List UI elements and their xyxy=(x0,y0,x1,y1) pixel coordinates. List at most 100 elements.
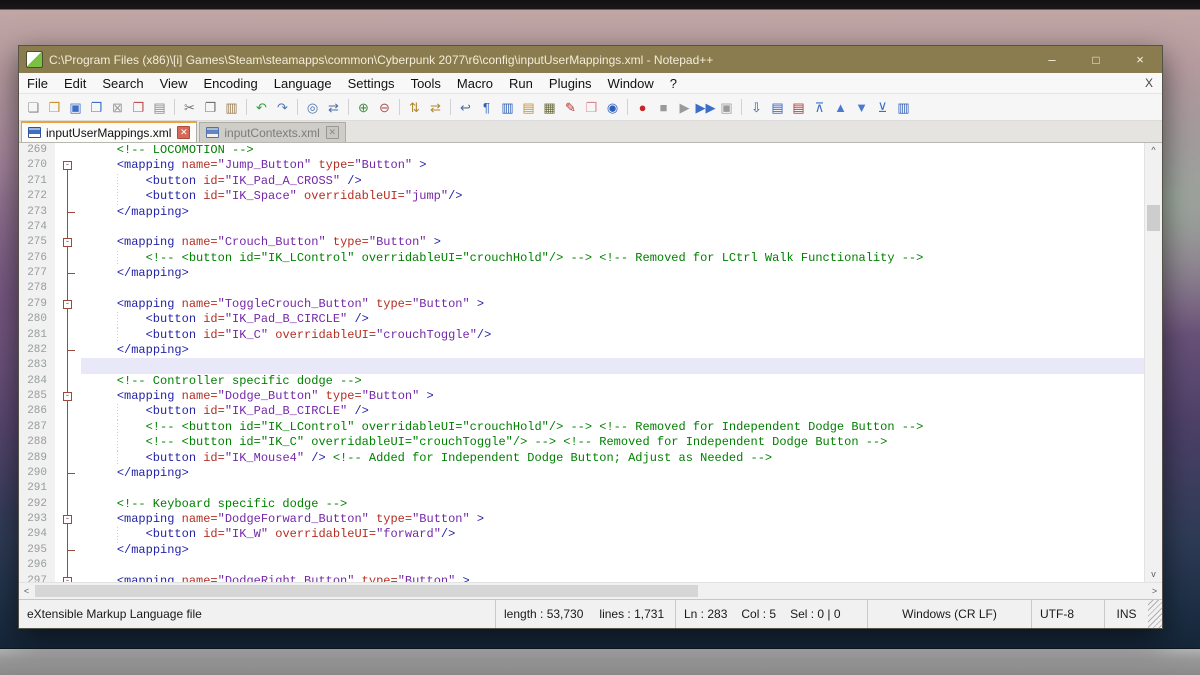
fold-collapse-icon[interactable]: - xyxy=(55,297,81,312)
menu-item-macro[interactable]: Macro xyxy=(449,76,501,91)
code-text[interactable]: <mapping name="DodgeRight_Button" type="… xyxy=(81,574,1144,583)
code-line[interactable]: 291 xyxy=(19,481,1144,496)
tab-inputusermappings-xml[interactable]: inputUserMappings.xml✕ xyxy=(21,121,197,142)
menu-item-run[interactable]: Run xyxy=(501,76,541,91)
menu-close-icon[interactable]: X xyxy=(1136,76,1162,90)
status-eol-format[interactable]: Windows (CR LF) xyxy=(867,600,1031,628)
menu-item-view[interactable]: View xyxy=(152,76,196,91)
fold-collapse-icon[interactable]: - xyxy=(55,235,81,250)
indent-guide-icon[interactable]: ▥ xyxy=(498,98,517,117)
next-bookmark-icon[interactable]: ▼ xyxy=(852,98,871,117)
minimize-button[interactable]: – xyxy=(1030,46,1074,73)
editor-area[interactable]: 269 <!-- LOCOMOTION -->270- <mapping nam… xyxy=(19,143,1162,582)
code-text[interactable]: </mapping> xyxy=(81,543,1144,558)
document-map-icon[interactable]: ▦ xyxy=(540,98,559,117)
scroll-left-arrow-icon[interactable]: < xyxy=(19,583,34,599)
run-macro-multiple-icon[interactable]: ▶▶ xyxy=(696,98,715,117)
cut-icon[interactable]: ✂ xyxy=(180,98,199,117)
code-line[interactable]: 297- <mapping name="DodgeRight_Button" t… xyxy=(19,574,1144,583)
code-text[interactable]: <mapping name="Crouch_Button" type="Butt… xyxy=(81,235,1144,250)
menu-item-edit[interactable]: Edit xyxy=(56,76,94,91)
code-text[interactable]: <!-- LOCOMOTION --> xyxy=(81,143,1144,158)
goto-first-line-icon[interactable]: ⇩ xyxy=(747,98,766,117)
monitoring-eye-icon[interactable]: ◉ xyxy=(603,98,622,117)
bookmark-toggle-icon[interactable]: ▤ xyxy=(768,98,787,117)
code-text[interactable]: <button id="IK_W" overridableUI="forward… xyxy=(81,527,1144,542)
code-text[interactable]: <button id="IK_Space" overridableUI="jum… xyxy=(81,189,1144,204)
play-macro-icon[interactable]: ▶ xyxy=(675,98,694,117)
menu-item-file[interactable]: File xyxy=(19,76,56,91)
code-text[interactable]: <mapping name="Jump_Button" type="Button… xyxy=(81,158,1144,173)
code-line[interactable]: 272 <button id="IK_Space" overridableUI=… xyxy=(19,189,1144,204)
code-text[interactable]: <mapping name="Dodge_Button" type="Butto… xyxy=(81,389,1144,404)
fold-collapse-icon[interactable]: - xyxy=(55,389,81,404)
menu-item-encoding[interactable]: Encoding xyxy=(196,76,266,91)
save-all-icon[interactable]: ❐ xyxy=(87,98,106,117)
code-text[interactable] xyxy=(81,220,1144,235)
code-line[interactable]: 283 xyxy=(19,358,1144,373)
close-button[interactable]: × xyxy=(1118,46,1162,73)
scroll-up-arrow-icon[interactable]: ^ xyxy=(1145,143,1162,158)
code-line[interactable]: 279- <mapping name="ToggleCrouch_Button"… xyxy=(19,297,1144,312)
close-tab-icon[interactable]: ✕ xyxy=(177,126,190,139)
code-line[interactable]: 269 <!-- LOCOMOTION --> xyxy=(19,143,1144,158)
code-text[interactable]: <!-- <button id="IK_LControl" overridabl… xyxy=(81,420,1144,435)
code-line[interactable]: 278 xyxy=(19,281,1144,296)
code-line[interactable]: 281 <button id="IK_C" overridableUI="cro… xyxy=(19,328,1144,343)
code-text[interactable]: <!-- <button id="IK_LControl" overridabl… xyxy=(81,251,1144,266)
sync-horizontal-scroll-icon[interactable]: ⇄ xyxy=(426,98,445,117)
vertical-scrollbar[interactable]: ^ v xyxy=(1144,143,1162,582)
code-line[interactable]: 270- <mapping name="Jump_Button" type="B… xyxy=(19,158,1144,173)
menu-item-tools[interactable]: Tools xyxy=(403,76,449,91)
code-text[interactable]: </mapping> xyxy=(81,343,1144,358)
undo-icon[interactable]: ↶ xyxy=(252,98,271,117)
vertical-scroll-thumb[interactable] xyxy=(1147,205,1160,231)
code-line[interactable]: 273 </mapping> xyxy=(19,205,1144,220)
code-line[interactable]: 271 <button id="IK_Pad_A_CROSS" /> xyxy=(19,174,1144,189)
redo-icon[interactable]: ↷ xyxy=(273,98,292,117)
code-line[interactable]: 282 </mapping> xyxy=(19,343,1144,358)
code-line[interactable]: 289 <button id="IK_Mouse4" /> <!-- Added… xyxy=(19,451,1144,466)
maximize-button[interactable]: □ xyxy=(1074,46,1118,73)
prev-bookmark-icon[interactable]: ▲ xyxy=(831,98,850,117)
unfold-all-icon[interactable]: ⊻ xyxy=(873,98,892,117)
code-line[interactable]: 274 xyxy=(19,220,1144,235)
resize-grip[interactable] xyxy=(1148,600,1162,628)
menu-item-help[interactable]: ? xyxy=(662,76,685,91)
status-insert-mode[interactable]: INS xyxy=(1104,600,1148,628)
fold-collapse-icon[interactable]: - xyxy=(55,512,81,527)
code-text[interactable]: <button id="IK_Pad_B_CIRCLE" /> xyxy=(81,404,1144,419)
word-wrap-icon[interactable]: ↩ xyxy=(456,98,475,117)
horizontal-scroll-thumb[interactable] xyxy=(35,585,698,597)
code-text[interactable] xyxy=(81,481,1144,496)
code-text[interactable]: <button id="IK_Mouse4" /> <!-- Added for… xyxy=(81,451,1144,466)
menu-item-search[interactable]: Search xyxy=(94,76,151,91)
scroll-down-arrow-icon[interactable]: v xyxy=(1145,567,1162,582)
horizontal-scrollbar[interactable]: < > xyxy=(19,582,1162,599)
doc-switcher-icon[interactable]: ▥ xyxy=(894,98,913,117)
menu-item-settings[interactable]: Settings xyxy=(340,76,403,91)
close-tab-icon[interactable]: ✕ xyxy=(326,126,339,139)
function-list-icon[interactable]: ▤ xyxy=(519,98,538,117)
code-line[interactable]: 288 <!-- <button id="IK_C" overridableUI… xyxy=(19,435,1144,450)
code-line[interactable]: 294 <button id="IK_W" overridableUI="for… xyxy=(19,527,1144,542)
code-line[interactable]: 290 </mapping> xyxy=(19,466,1144,481)
fold-collapse-icon[interactable]: - xyxy=(55,574,81,583)
zoom-out-icon[interactable]: ⊖ xyxy=(375,98,394,117)
code-line[interactable]: 286 <button id="IK_Pad_B_CIRCLE" /> xyxy=(19,404,1144,419)
new-file-icon[interactable]: ❏ xyxy=(24,98,43,117)
bookmark-clear-icon[interactable]: ▤ xyxy=(789,98,808,117)
menu-item-window[interactable]: Window xyxy=(600,76,662,91)
stop-macro-icon[interactable]: ■ xyxy=(654,98,673,117)
code-line[interactable]: 275- <mapping name="Crouch_Button" type=… xyxy=(19,235,1144,250)
menu-item-plugins[interactable]: Plugins xyxy=(541,76,600,91)
tab-inputcontexts-xml[interactable]: inputContexts.xml✕ xyxy=(199,122,345,142)
document-list-icon[interactable]: ✎ xyxy=(561,98,580,117)
code-text[interactable]: <!-- <button id="IK_C" overridableUI="cr… xyxy=(81,435,1144,450)
fold-collapse-icon[interactable]: - xyxy=(55,158,81,173)
code-text[interactable]: <mapping name="DodgeForward_Button" type… xyxy=(81,512,1144,527)
fold-all-icon[interactable]: ⊼ xyxy=(810,98,829,117)
code-text[interactable] xyxy=(81,358,1144,373)
code-text[interactable]: <button id="IK_C" overridableUI="crouchT… xyxy=(81,328,1144,343)
code-text[interactable]: <!-- Keyboard specific dodge --> xyxy=(81,497,1144,512)
